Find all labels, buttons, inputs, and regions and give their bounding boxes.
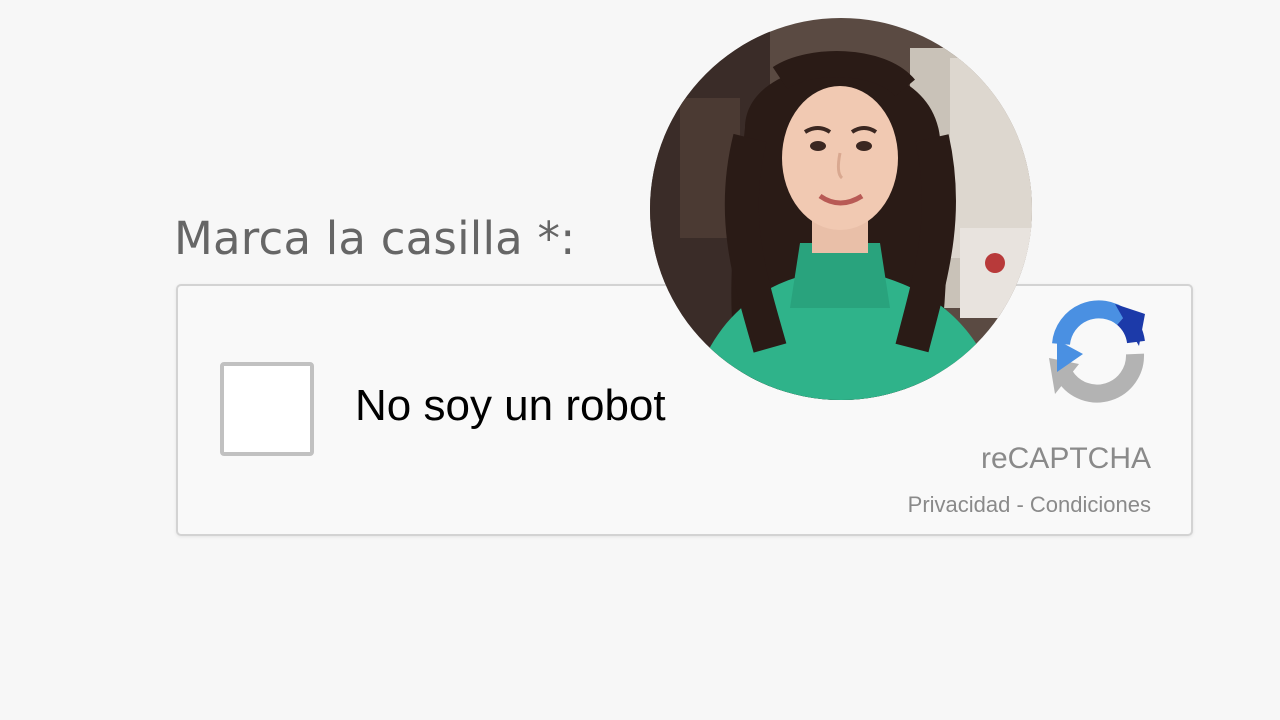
recaptcha-widget: No soy un robot reCAPTCHA Privacidad - C… [176,284,1193,536]
portrait-photo [650,18,1032,400]
terms-link[interactable]: Condiciones [1030,492,1151,517]
recaptcha-links: Privacidad - Condiciones [908,492,1151,518]
captcha-checkbox-label[interactable]: No soy un robot [355,381,666,431]
captcha-checkbox[interactable] [220,362,314,456]
privacy-link[interactable]: Privacidad [908,492,1011,517]
field-label: Marca la casilla *: [174,212,576,265]
portrait-avatar [650,18,1032,400]
recaptcha-logo-icon [1049,300,1145,403]
link-separator: - [1010,492,1030,517]
recaptcha-brand-text: reCAPTCHA [980,442,1151,475]
